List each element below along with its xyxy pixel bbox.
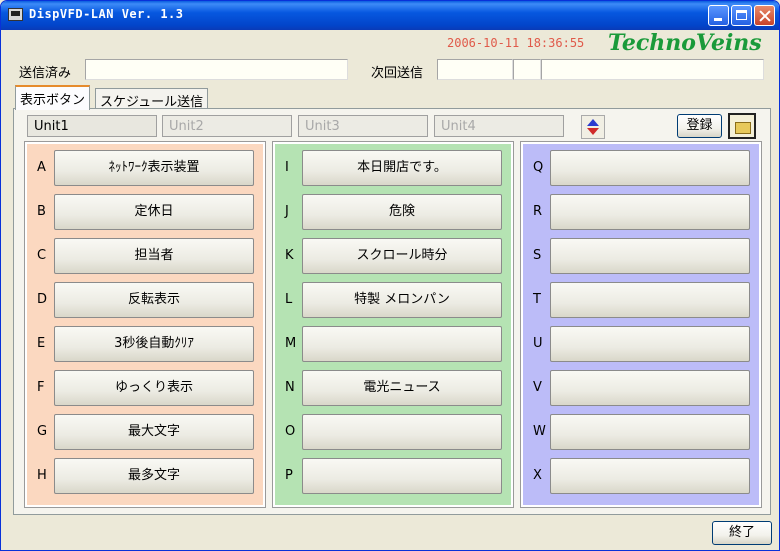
message-button-f[interactable]: ゆっくり表示 [54, 370, 254, 406]
message-button-t[interactable] [550, 282, 750, 318]
sent-field [85, 59, 348, 80]
row-letter: E [37, 336, 46, 351]
message-button-p[interactable] [302, 458, 502, 494]
row-letter: G [37, 424, 48, 439]
folder-icon [735, 122, 751, 134]
tab-display-buttons[interactable]: 表示ボタン [15, 85, 91, 110]
exit-button[interactable]: 終了 [712, 521, 772, 545]
row-letter: M [285, 336, 297, 351]
message-button-s[interactable] [550, 238, 750, 274]
message-button-d[interactable]: 反転表示 [54, 282, 254, 318]
message-button-g[interactable]: 最大文字 [54, 414, 254, 450]
message-button-c[interactable]: 担当者 [54, 238, 254, 274]
row-letter: Q [533, 160, 544, 175]
message-button-m[interactable] [302, 326, 502, 362]
reorder-button[interactable] [581, 115, 605, 139]
message-button-r[interactable] [550, 194, 750, 230]
app-icon [8, 8, 23, 21]
row-letter: S [533, 248, 542, 263]
next-send-field-3 [541, 59, 764, 80]
next-send-field-2 [513, 59, 541, 80]
arrow-down-icon [587, 128, 599, 135]
next-send-field-1 [437, 59, 513, 80]
message-button-u[interactable] [550, 326, 750, 362]
close-window-button[interactable] [754, 5, 775, 26]
row-letter: P [285, 468, 293, 483]
message-button-q[interactable] [550, 150, 750, 186]
message-button-j[interactable]: 危険 [302, 194, 502, 230]
app-window: DispVFD-LAN Ver. 1.3 2006-10-11 18:36:55… [0, 0, 780, 551]
row-letter: B [37, 204, 46, 219]
row-letter: I [285, 160, 289, 175]
row-letter: K [285, 248, 294, 263]
row-letter: H [37, 468, 47, 483]
title-bar[interactable]: DispVFD-LAN Ver. 1.3 [1, 1, 779, 30]
unit-tab-2[interactable]: Unit2 [162, 115, 292, 137]
window-title: DispVFD-LAN Ver. 1.3 [29, 7, 184, 21]
unit-tab-3[interactable]: Unit3 [298, 115, 428, 137]
arrow-up-icon [587, 119, 599, 126]
row-letter: D [37, 292, 48, 307]
row-letter: O [285, 424, 296, 439]
row-letter: X [533, 468, 542, 483]
row-letter: W [533, 424, 546, 439]
row-letter: R [533, 204, 543, 219]
maximize-button[interactable] [731, 5, 752, 26]
message-button-o[interactable] [302, 414, 502, 450]
message-button-v[interactable] [550, 370, 750, 406]
row-letter: A [37, 160, 46, 175]
row-letter: U [533, 336, 543, 351]
save-button[interactable]: 登録 [677, 114, 722, 138]
row-letter: N [285, 380, 295, 395]
message-button-n[interactable]: 電光ニュース [302, 370, 502, 406]
message-button-l[interactable]: 特製 メロンパン [302, 282, 502, 318]
minimize-button[interactable] [708, 5, 729, 26]
open-folder-button[interactable] [728, 113, 756, 139]
unit-tab-1[interactable]: Unit1 [27, 115, 157, 137]
message-button-e[interactable]: 3秒後自動ｸﾘｱ [54, 326, 254, 362]
message-button-w[interactable] [550, 414, 750, 450]
message-button-x[interactable] [550, 458, 750, 494]
sent-label: 送信済み [19, 66, 72, 81]
tab-schedule-send[interactable]: スケジュール送信 [95, 88, 209, 110]
row-letter: C [37, 248, 47, 263]
unit-tab-4[interactable]: Unit4 [434, 115, 564, 137]
message-button-a[interactable]: ﾈｯﾄﾜｰｸ表示装置 [54, 150, 254, 186]
message-button-h[interactable]: 最多文字 [54, 458, 254, 494]
row-letter: J [285, 204, 289, 219]
next-send-label: 次回送信 [371, 66, 424, 81]
message-button-b[interactable]: 定休日 [54, 194, 254, 230]
current-datetime: 2006-10-11 18:36:55 [447, 36, 585, 50]
row-letter: T [533, 292, 541, 307]
row-letter: V [533, 380, 542, 395]
brand-logo: TechnoVeins [608, 30, 762, 56]
message-button-k[interactable]: スクロール時分 [302, 238, 502, 274]
message-button-i[interactable]: 本日開店です。 [302, 150, 502, 186]
row-letter: F [37, 380, 45, 395]
row-letter: L [285, 292, 293, 307]
